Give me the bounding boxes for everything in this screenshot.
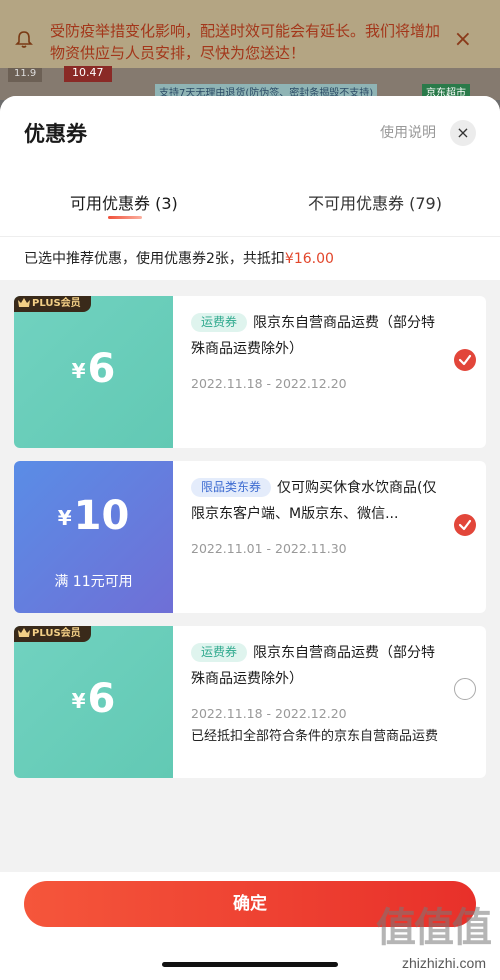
active-tab-indicator <box>108 216 142 219</box>
bell-icon <box>15 31 33 48</box>
notice-text: 受防疫举措变化影响，配送时效可能会有延长。我们将增加物资供应与人员安排，尽快为您… <box>50 22 441 62</box>
coupon-checkbox-checked[interactable] <box>454 349 476 371</box>
notice-banner: 受防疫举措变化影响，配送时效可能会有延长。我们将增加物资供应与人员安排，尽快为您… <box>0 0 500 68</box>
home-indicator <box>162 962 338 967</box>
check-icon <box>458 354 472 366</box>
coupon-note: 已经抵扣全部符合条件的京东自营商品运费 <box>191 729 439 744</box>
summary-text: 已选中推荐优惠，使用优惠券2张，共抵扣 <box>24 251 285 267</box>
coupon-type-tag: 运费券 <box>191 313 248 332</box>
close-icon[interactable]: × <box>454 29 472 51</box>
sheet-header: 优惠券 使用说明 × 可用优惠券 (3) 不可用优惠券 (79) <box>0 96 500 236</box>
coupon-value-panel: PLUS会员 ¥6 <box>14 296 173 448</box>
coupon-value-panel: ¥10 满 11元可用 <box>14 461 173 613</box>
coupon-card[interactable]: PLUS会员 ¥6 运费券 限京东自营商品运费（部分特殊商品运费除外） 2022.… <box>14 626 486 778</box>
plus-member-badge: PLUS会员 <box>14 296 91 312</box>
check-icon <box>458 519 472 531</box>
watermark-logo: 值值值 <box>376 905 492 951</box>
coupon-details: 限品类东券 仅可购买休食水饮商品(仅限京东客户端、M版京东、微信... 2022.… <box>191 475 440 556</box>
coupon-value-panel: PLUS会员 ¥6 <box>14 626 173 778</box>
coupon-validity-date: 2022.11.18 - 2022.12.20 <box>191 376 347 391</box>
coupon-details: 运费券 限京东自营商品运费（部分特殊商品运费除外） 2022.11.18 - 20… <box>191 640 440 744</box>
coupon-sheet: 优惠券 使用说明 × 可用优惠券 (3) 不可用优惠券 (79) 已选中推荐优惠… <box>0 96 500 980</box>
background-price-highlight: 10.47 <box>64 66 112 82</box>
coupon-amount: ¥6 <box>71 676 116 722</box>
coupon-type-tag: 限品类东券 <box>191 478 272 497</box>
coupon-validity-date: 2022.11.01 - 2022.11.30 <box>191 541 347 556</box>
coupon-amount: ¥10 <box>57 493 130 539</box>
summary-amount: ¥16.00 <box>284 251 334 267</box>
coupon-card[interactable]: PLUS会员 ¥6 运费券 限京东自营商品运费（部分特殊商品运费除外） 2022.… <box>14 296 486 448</box>
coupon-card[interactable]: ¥10 满 11元可用 限品类东券 仅可购买休食水饮商品(仅限京东客户端、M版京东… <box>14 461 486 613</box>
coupon-threshold: 满 11元可用 <box>54 574 133 590</box>
watermark-url: zhizhizhi.com <box>401 955 486 971</box>
crown-icon <box>18 298 30 307</box>
coupon-amount: ¥6 <box>71 346 116 392</box>
coupon-checkbox-checked[interactable] <box>454 514 476 536</box>
sheet-title: 优惠券 <box>24 122 87 146</box>
crown-icon <box>18 628 30 637</box>
coupon-validity-date: 2022.11.18 - 2022.12.20 <box>191 706 347 721</box>
plus-member-badge: PLUS会员 <box>14 626 91 642</box>
coupon-checkbox-unchecked[interactable] <box>454 678 476 700</box>
usage-help-link[interactable]: 使用说明 <box>380 122 436 142</box>
coupon-details: 运费券 限京东自营商品运费（部分特殊商品运费除外） 2022.11.18 - 20… <box>191 310 440 391</box>
close-button[interactable]: × <box>450 120 476 146</box>
selection-summary: 已选中推荐优惠，使用优惠券2张，共抵扣¥16.00 <box>0 236 500 280</box>
background-price: 11.9 <box>8 68 43 82</box>
tab-unavailable-coupons[interactable]: 不可用优惠券 (79) <box>308 190 442 214</box>
tab-available-coupons[interactable]: 可用优惠券 (3) <box>70 190 178 214</box>
coupon-type-tag: 运费券 <box>191 643 248 662</box>
